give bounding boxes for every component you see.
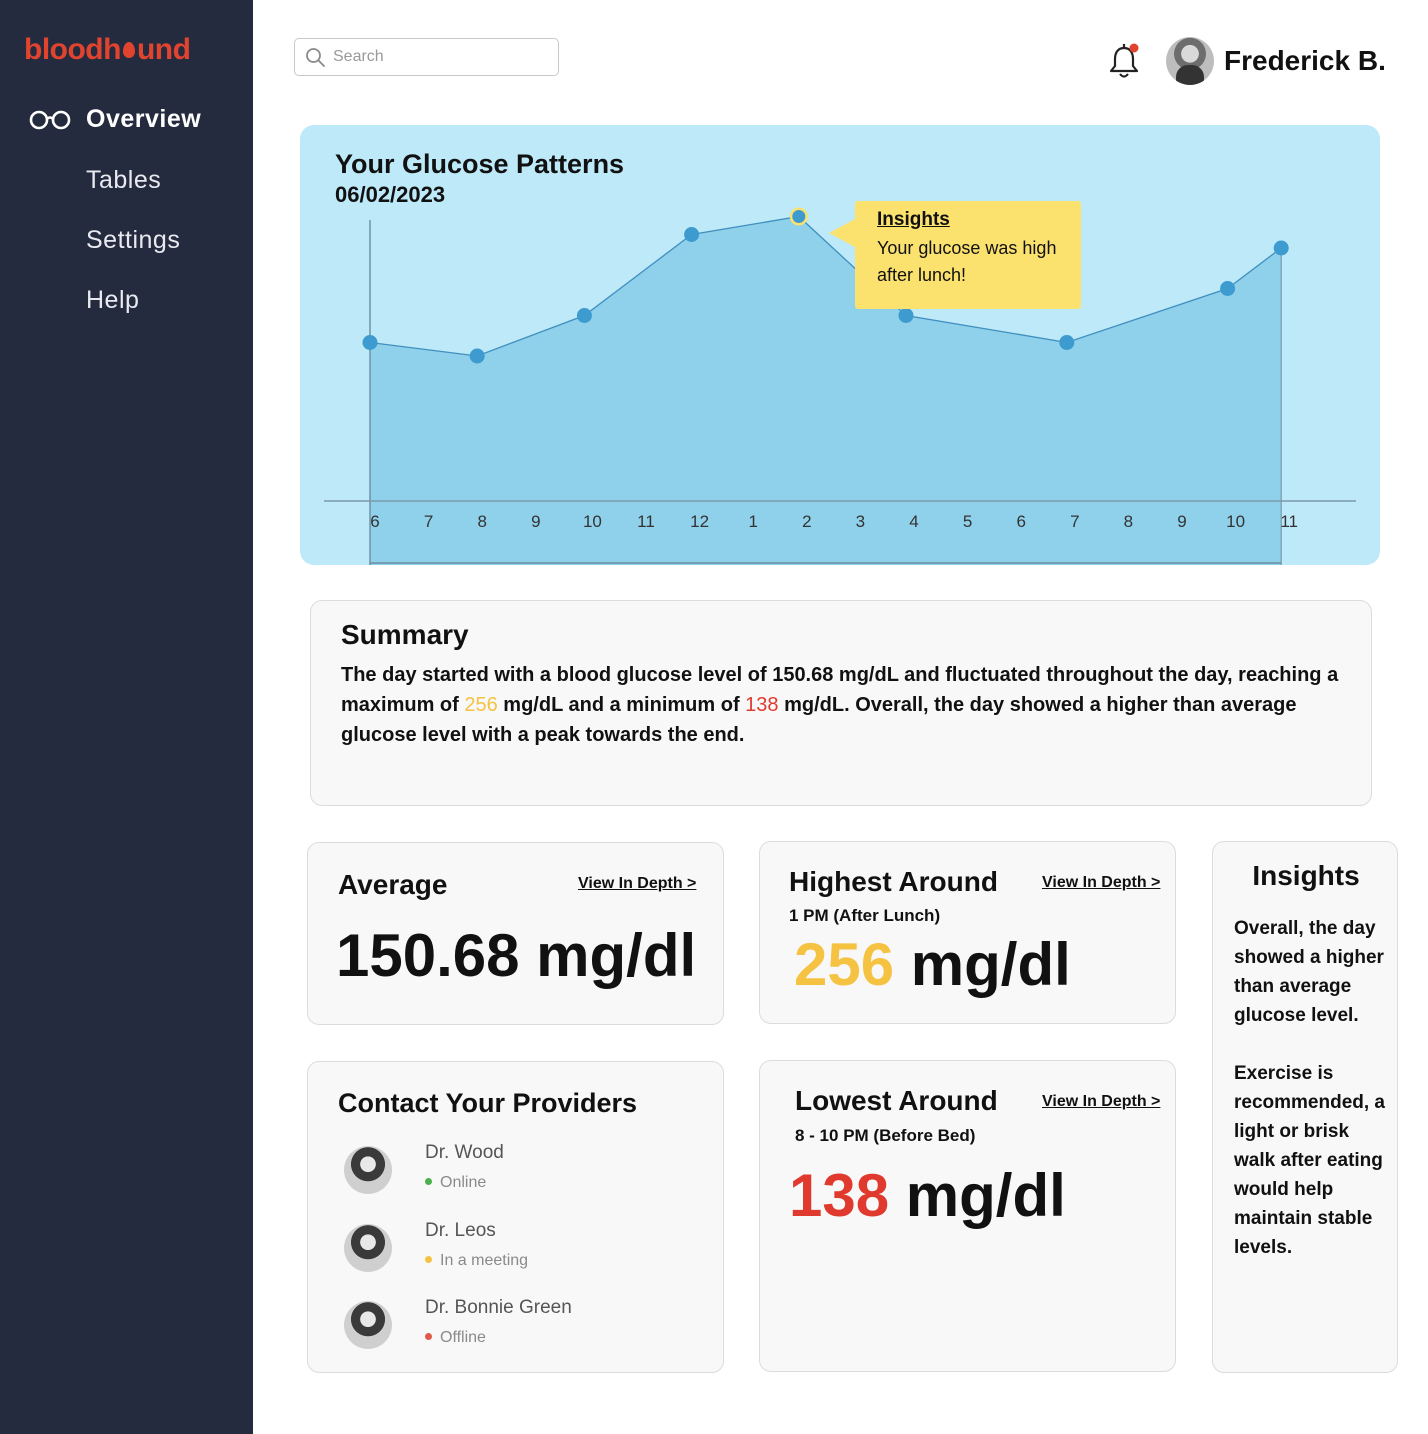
tooltip-text: Your glucose was high after lunch! xyxy=(877,238,1057,285)
provider-name: Dr. Leos xyxy=(425,1220,496,1241)
insights-text: Overall, the day showed a higher than av… xyxy=(1234,918,1385,1258)
x-tick-label: 10 xyxy=(1226,512,1245,531)
summary-min: 138 xyxy=(745,694,779,716)
provider-status: Online xyxy=(425,1174,486,1192)
average-value: 150.68 mg/dl xyxy=(336,922,697,989)
status-dot-meeting xyxy=(425,1256,432,1263)
x-tick-label: 6 xyxy=(1016,512,1025,531)
highest-view-link[interactable]: View In Depth > xyxy=(1042,874,1160,892)
chart-title: Your Glucose Patterns xyxy=(335,149,625,179)
notification-dot xyxy=(1129,43,1139,53)
sidebar-item-help[interactable]: Help xyxy=(86,286,139,315)
chart-point xyxy=(898,308,914,323)
x-tick-label: 9 xyxy=(1177,512,1186,531)
sidebar-item-overview[interactable]: Overview xyxy=(86,105,201,134)
average-card: Average View In Depth > 150.68 mg/dl xyxy=(307,842,724,1025)
lowest-card: Lowest Around 8 - 10 PM (Before Bed) Vie… xyxy=(759,1060,1176,1372)
search-input[interactable] xyxy=(333,39,553,74)
highest-card: Highest Around 1 PM (After Lunch) View I… xyxy=(759,841,1176,1024)
search-icon xyxy=(306,48,325,67)
lowest-subtitle: 8 - 10 PM (Before Bed) xyxy=(795,1126,976,1145)
chart-point xyxy=(1273,240,1289,256)
glucose-chart-card: 6 7 8 9 10 11 12 1 2 3 4 5 6 7 8 9 10 11 Your Glucose Pat… xyxy=(300,125,1380,565)
chart-point xyxy=(362,335,378,350)
x-tick-label: 2 xyxy=(802,512,811,531)
provider-avatar xyxy=(344,1224,392,1272)
chart-date: 06/02/2023 xyxy=(335,182,446,207)
summary-max: 256 xyxy=(464,694,498,716)
providers-card: Contact Your Providers Dr. Wood Online D… xyxy=(307,1061,724,1373)
provider-avatar xyxy=(344,1146,392,1194)
x-tick-label: 5 xyxy=(963,512,972,531)
status-dot-offline xyxy=(425,1333,432,1340)
status-dot-online xyxy=(425,1178,432,1185)
search-box xyxy=(294,38,559,76)
lowest-title: Lowest Around xyxy=(795,1085,998,1116)
x-tick-label: 7 xyxy=(424,512,433,531)
provider-name: Dr. Wood xyxy=(425,1142,504,1163)
provider-name: Dr. Bonnie Green xyxy=(425,1297,572,1318)
providers-title: Contact Your Providers xyxy=(338,1088,638,1118)
highest-subtitle: 1 PM (After Lunch) xyxy=(789,906,941,925)
summary-card: Summary The day started with a blood glu… xyxy=(310,600,1372,806)
lowest-view-link[interactable]: View In Depth > xyxy=(1042,1093,1160,1111)
provider-item[interactable]: Dr. Bonnie Green Offline xyxy=(308,1291,708,1361)
highest-title: Highest Around xyxy=(789,866,998,897)
insights-tooltip: Insights Your glucose was high after lun… xyxy=(829,201,1081,309)
lowest-value: 138 mg/dl xyxy=(789,1162,1066,1229)
chart-area xyxy=(370,216,1282,565)
average-title: Average xyxy=(338,869,448,900)
user-name[interactable]: Frederick B. xyxy=(1224,45,1386,77)
average-view-link[interactable]: View In Depth > xyxy=(578,875,696,893)
insights-card: Insights Overall, the day showed a highe… xyxy=(1212,841,1398,1373)
glasses-icon xyxy=(29,110,71,130)
x-tick-label: 8 xyxy=(477,512,486,531)
x-tick-label: 1 xyxy=(748,512,757,531)
x-tick-label: 8 xyxy=(1124,512,1133,531)
sidebar-item-tables[interactable]: Tables xyxy=(86,166,161,195)
chart-point xyxy=(469,348,485,364)
sidebar-item-settings[interactable]: Settings xyxy=(86,226,180,255)
app-logo[interactable]: bloodh und xyxy=(24,33,191,67)
summary-text: The day started with a blood glucose lev… xyxy=(341,664,1339,746)
x-tick-label: 12 xyxy=(690,512,709,531)
chart-point xyxy=(576,308,592,323)
x-tick-label: 10 xyxy=(583,512,602,531)
user-avatar[interactable] xyxy=(1166,37,1214,85)
provider-status: Offline xyxy=(425,1329,486,1347)
chart-point xyxy=(684,227,700,242)
insights-title: Insights xyxy=(1252,860,1360,891)
sidebar: bloodh und Overview Tables Settings Help xyxy=(0,0,253,1434)
x-tick-label: 3 xyxy=(856,512,865,531)
highest-value: 256 mg/dl xyxy=(794,931,1071,998)
bell-icon[interactable] xyxy=(1108,42,1142,80)
provider-item[interactable]: Dr. Leos In a meeting xyxy=(308,1214,708,1284)
provider-item[interactable]: Dr. Wood Online xyxy=(308,1136,708,1206)
glucose-chart: 6 7 8 9 10 11 12 1 2 3 4 5 6 7 8 9 10 11 xyxy=(324,207,1356,565)
x-tick-label: 11 xyxy=(637,512,655,531)
chart-point xyxy=(1059,335,1075,350)
blood-drop-icon xyxy=(122,42,135,58)
chart-point-highlight xyxy=(792,210,806,223)
x-tick-label: 9 xyxy=(531,512,540,531)
x-tick-label: 7 xyxy=(1070,512,1079,531)
provider-avatar xyxy=(344,1301,392,1349)
provider-status: In a meeting xyxy=(425,1252,528,1270)
chart-point xyxy=(1220,281,1236,296)
x-tick-label: 6 xyxy=(370,512,379,531)
tooltip-title: Insights xyxy=(877,209,950,230)
x-tick-label: 11 xyxy=(1280,512,1298,531)
x-tick-label: 4 xyxy=(909,512,918,531)
summary-title: Summary xyxy=(341,619,469,650)
